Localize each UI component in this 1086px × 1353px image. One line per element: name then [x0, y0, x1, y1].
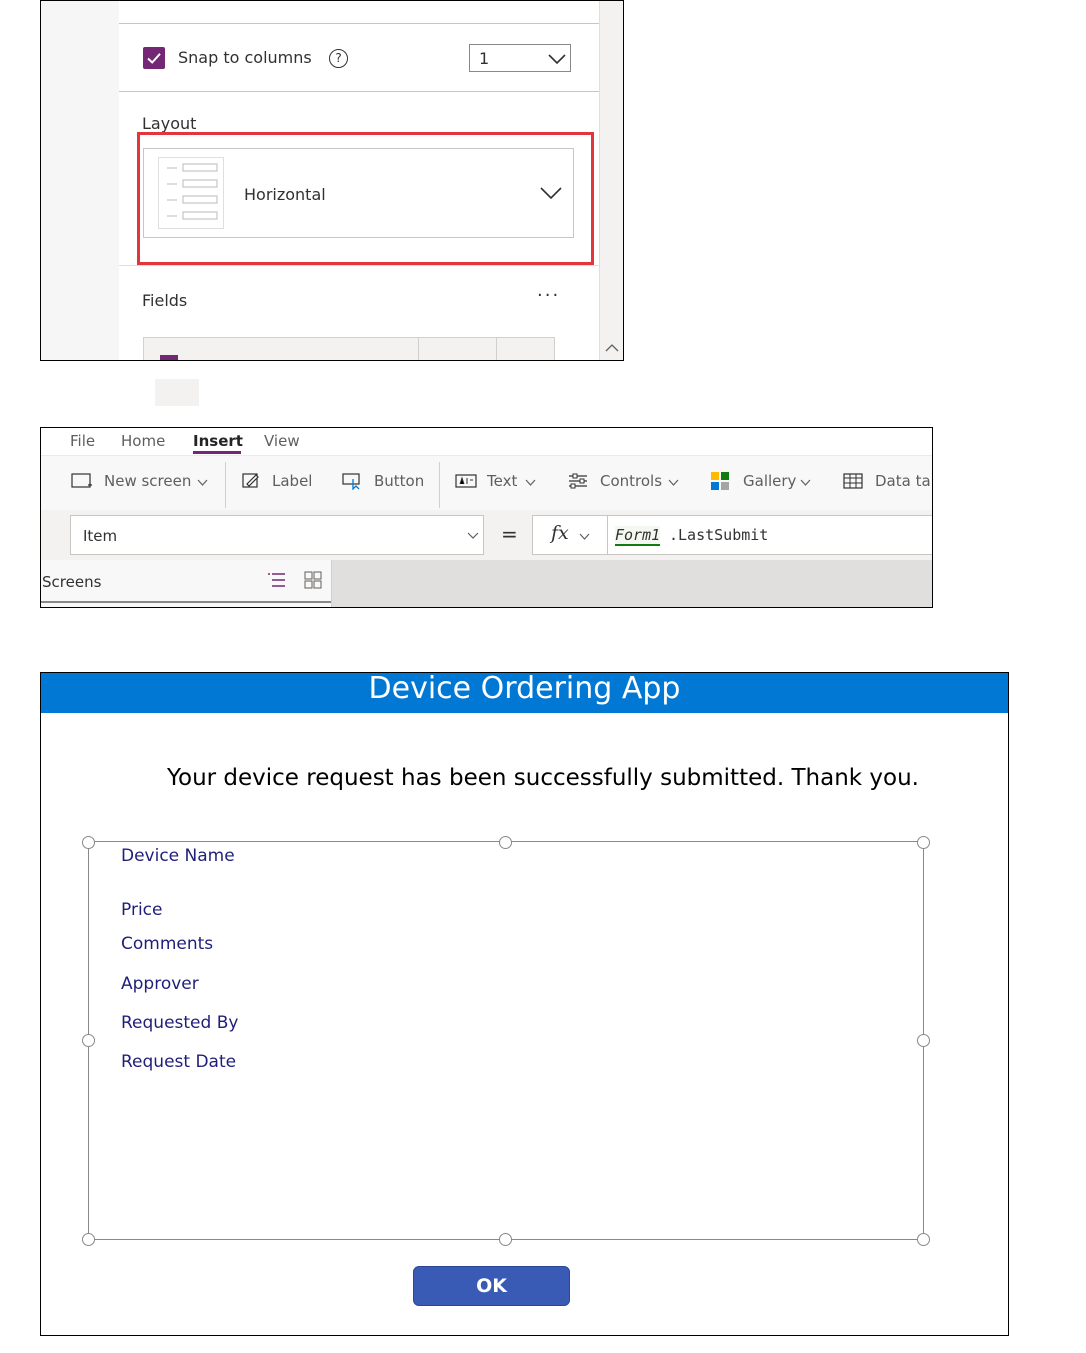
divider	[418, 338, 419, 360]
chevron-down-icon	[548, 54, 566, 65]
left-pane	[41, 1, 120, 360]
fields-label: Fields	[142, 291, 188, 310]
screens-label: Screens	[42, 573, 102, 591]
divider	[225, 462, 226, 508]
chevron-down-icon	[800, 479, 811, 486]
resize-handle[interactable]	[917, 836, 930, 849]
app-header: Device Ordering App	[41, 673, 1008, 713]
chevron-down-icon	[525, 479, 536, 486]
resize-handle[interactable]	[499, 1233, 512, 1246]
formula-text: .LastSubmit	[669, 526, 769, 544]
button-icon[interactable]	[342, 472, 364, 490]
checkmark-icon	[147, 53, 161, 64]
field-checkbox[interactable]	[160, 355, 178, 360]
text-input-icon[interactable]	[455, 474, 477, 488]
button-button[interactable]: Button	[374, 472, 424, 490]
resize-handle[interactable]	[82, 1034, 95, 1047]
resize-handle[interactable]	[917, 1034, 930, 1047]
field-label-requested-by: Requested By	[121, 1013, 239, 1033]
divider	[41, 601, 331, 603]
gallery-icon[interactable]	[710, 471, 730, 491]
thumbnail-view-icon[interactable]	[304, 571, 322, 589]
resize-handle[interactable]	[82, 836, 95, 849]
ribbon: New screen Label Button Text Controls Ga…	[41, 455, 932, 511]
property-dropdown[interactable]: Item	[70, 515, 484, 555]
layout-label: Layout	[142, 114, 197, 133]
field-label-approver: Approver	[121, 974, 199, 994]
chevron-down-icon	[668, 479, 679, 486]
chevron-down-icon	[467, 532, 479, 539]
screens-pane: Screens	[41, 560, 332, 607]
data-table-button[interactable]: Data ta	[875, 472, 931, 490]
menu-insert[interactable]: Insert	[193, 432, 243, 450]
property-value: Item	[83, 527, 118, 545]
tree-view-icon[interactable]	[266, 572, 286, 588]
success-message: Your device request has been successfull…	[167, 765, 919, 791]
active-tab-indicator	[193, 451, 241, 454]
fx-button[interactable]: fx	[532, 515, 608, 555]
text-button[interactable]: Text	[487, 472, 517, 490]
field-label-comments: Comments	[121, 934, 214, 954]
divider	[439, 462, 440, 508]
properties-pane: Snap to columns ? 1 Layout Horizontal Fi…	[119, 1, 599, 360]
app-title: Device Ordering App	[368, 672, 681, 706]
menu-view[interactable]: View	[264, 432, 300, 450]
placeholder-block	[155, 379, 199, 406]
divider	[119, 265, 599, 266]
divider	[119, 23, 599, 24]
snap-to-columns-checkbox[interactable]	[143, 47, 165, 69]
chevron-down-icon	[579, 533, 590, 540]
properties-panel-screenshot: Snap to columns ? 1 Layout Horizontal Fi…	[40, 0, 624, 361]
field-label-request-date: Request Date	[121, 1052, 237, 1072]
resize-handle[interactable]	[82, 1233, 95, 1246]
columns-dropdown[interactable]: 1	[469, 44, 571, 72]
controls-icon[interactable]	[567, 472, 589, 490]
resize-handle[interactable]	[917, 1233, 930, 1246]
formula-input[interactable]: Form1 .LastSubmit	[607, 515, 932, 555]
highlight-box	[137, 132, 594, 265]
gallery-button[interactable]: Gallery	[743, 472, 796, 490]
new-screen-icon	[71, 473, 92, 488]
scrollbar-track[interactable]	[599, 1, 623, 360]
resize-handle[interactable]	[499, 836, 512, 849]
new-screen-label[interactable]: New screen	[104, 472, 191, 490]
field-list-item[interactable]	[143, 337, 555, 360]
app-screen-screenshot: Device Ordering App Your device request …	[40, 672, 1009, 1336]
new-screen-button[interactable]	[71, 472, 93, 494]
divider	[496, 338, 497, 360]
fx-icon: fx	[551, 522, 569, 544]
divider	[119, 91, 599, 92]
formula-bar: Item = fx Form1 .LastSubmit	[41, 510, 932, 560]
field-label-device-name: Device Name	[121, 846, 235, 866]
formula-object: Form1	[615, 526, 661, 546]
help-icon[interactable]: ?	[329, 49, 348, 68]
field-label-price: Price	[121, 900, 163, 920]
ok-button[interactable]: OK	[413, 1266, 570, 1306]
label-icon[interactable]	[242, 472, 262, 490]
equals-sign: =	[501, 522, 518, 546]
menu-home[interactable]: Home	[121, 432, 165, 450]
controls-button[interactable]: Controls	[600, 472, 662, 490]
snap-to-columns-label: Snap to columns	[178, 48, 312, 67]
chevron-down-icon	[197, 479, 208, 486]
chevron-up-icon[interactable]	[605, 343, 619, 353]
menu-file[interactable]: File	[70, 432, 95, 450]
display-form[interactable]	[88, 841, 924, 1240]
more-options-icon[interactable]: ···	[537, 285, 560, 306]
power-apps-toolbar-screenshot: File Home Insert View New screen Label B…	[40, 427, 933, 608]
label-button[interactable]: Label	[272, 472, 312, 490]
data-table-icon[interactable]	[843, 473, 863, 489]
columns-dropdown-value: 1	[479, 49, 490, 68]
